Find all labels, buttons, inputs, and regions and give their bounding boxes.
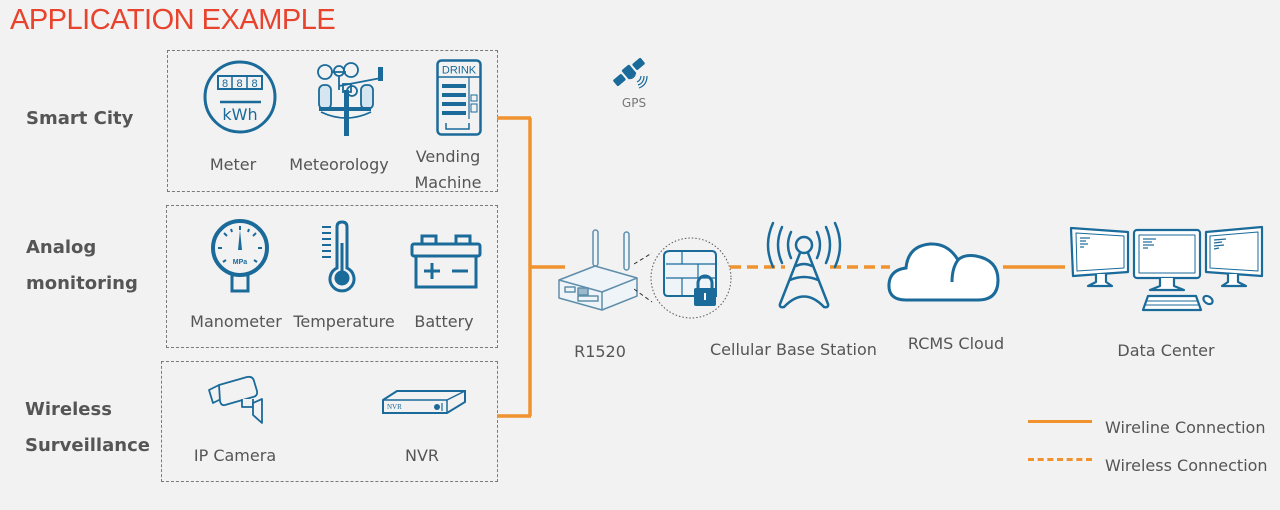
legend: Wireline Connection Wireless Connection [1026,412,1276,482]
firewall-lock-icon [634,237,732,319]
device-label-meteorology: Meteorology [289,155,389,174]
router-label: R1520 [574,342,626,361]
weather-station-icon [317,62,383,136]
gps-label: GPS [621,96,647,110]
device-label-manometer: Manometer [190,312,282,331]
cloud-icon [887,242,1000,302]
device-label-line: Vending [415,147,481,166]
legend-label-wireless: Wireless Connection [1105,456,1268,475]
device-label-nvr: NVR [404,446,440,465]
meter-digit: 8 [222,78,228,90]
nvr-label: NVR [387,403,402,411]
device-label-battery: Battery [414,312,474,331]
gauge-unit: MPa [233,259,248,266]
router-icon [558,229,638,311]
meter-unit: kWh [222,105,257,124]
legend-swatch-solid [1028,420,1092,423]
meter-digit: 8 [236,78,242,90]
cloud-label: RCMS Cloud [907,334,1005,353]
base-station-label: Cellular Base Station [710,340,877,359]
vending-machine-icon: DRINK [436,59,482,136]
cell-tower-icon [766,221,842,309]
device-label-meter: Meter [209,155,257,174]
legend-label-wireline: Wireline Connection [1105,418,1266,437]
battery-icon [410,234,482,289]
vending-label: DRINK [442,65,477,77]
nvr-device-icon: NVR [382,390,466,414]
thermometer-icon [322,220,356,293]
satellite-icon [613,57,648,89]
device-label-ip-camera: IP Camera [193,446,277,465]
computer-monitors-icon [1069,225,1264,312]
data-center-label: Data Center [1117,341,1215,360]
electric-meter-icon: 8 8 8 kWh [203,60,277,134]
legend-swatch-dashed [1028,458,1092,461]
cctv-camera-icon [208,375,263,424]
device-label-line: Machine [414,173,482,192]
meter-digit: 8 [251,78,257,90]
device-label-temperature: Temperature [293,312,395,331]
device-label-vending-machine: Vending Machine [405,144,491,196]
pressure-gauge-icon: MPa [211,219,269,293]
